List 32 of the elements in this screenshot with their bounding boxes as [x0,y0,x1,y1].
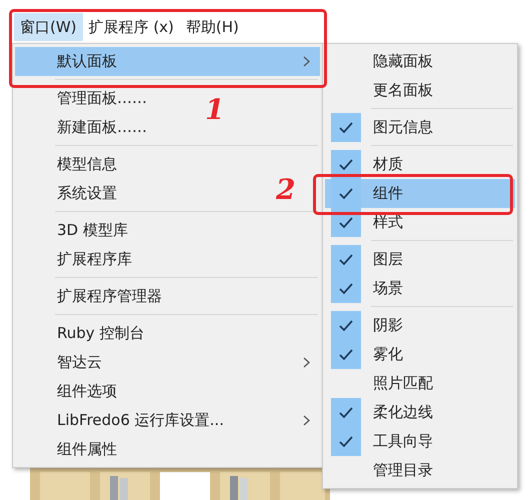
menu-item[interactable]: 组件选项 [57,380,117,403]
submenu-item[interactable]: 工具向导 [325,427,515,456]
submenu-item[interactable]: 图元信息 [325,113,515,142]
submenu-item[interactable]: 管理目录 [325,456,515,485]
submenu-item[interactable]: 阴影 [325,311,515,340]
menu-bar-item[interactable]: 窗口(W) [14,13,83,41]
submenu-item[interactable]: 隐藏面板 [325,47,515,76]
menu-item[interactable]: 管理面板…… [57,87,147,110]
menu-item[interactable]: 扩展程序库 [57,248,132,271]
annotation-number: 1 [205,96,224,124]
menu-item[interactable]: 新建面板…… [57,116,147,139]
submenu-item[interactable]: 照片匹配 [325,369,515,398]
submenu-item[interactable]: 更名面板 [325,76,515,105]
menu-item[interactable]: 智达云 [57,351,102,374]
submenu-item[interactable]: 组件 [325,179,515,208]
submenu-item[interactable]: 样式 [325,208,515,237]
submenu-item[interactable]: 场景 [325,274,515,303]
menu-item[interactable]: 组件属性 [57,438,117,461]
submenu-item[interactable]: 材质 [325,150,515,179]
submenu-item[interactable]: 柔化边线 [325,398,515,427]
menu-item[interactable]: 扩展程序管理器 [57,285,162,308]
submenu-item[interactable]: 雾化 [325,340,515,369]
submenu-item[interactable]: 图层 [325,245,515,274]
menu-item[interactable]: 3D 模型库 [57,219,128,242]
menu-item[interactable]: 默认面板 [57,50,117,73]
menu-item[interactable]: Ruby 控制台 [57,322,144,345]
menu-bar-item[interactable]: 扩展程序 (x) [82,13,180,41]
menu-item[interactable]: LibFredo6 运行库设置... [57,409,224,432]
annotation-number: 2 [276,176,296,204]
menu-bar-item[interactable]: 帮助(H) [180,13,245,41]
menu-item[interactable]: 模型信息 [57,153,117,176]
menu-item[interactable]: 系统设置 [57,182,117,205]
